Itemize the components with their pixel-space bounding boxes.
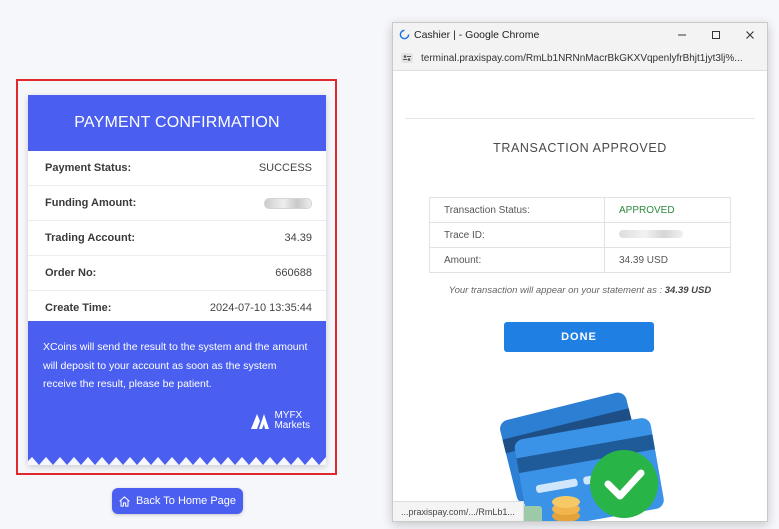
row-label: Create Time:: [45, 302, 112, 314]
done-label: DONE: [561, 331, 597, 343]
order-no-value: 660688: [275, 267, 312, 279]
back-to-home-label: Back To Home Page: [135, 495, 237, 507]
receipt-message: XCoins will send the result to the syste…: [43, 341, 308, 390]
statement-amount: 34.39 USD: [664, 285, 712, 296]
receipt-zigzag-edge: [28, 449, 326, 465]
payment-confirmation-card: PAYMENT CONFIRMATION Payment Status: SUC…: [28, 95, 326, 465]
payment-success-illustration: [496, 392, 664, 521]
row-label: Trading Account:: [45, 232, 136, 244]
brand-line-2: Markets: [274, 420, 310, 431]
payment-status-value: SUCCESS: [258, 162, 312, 174]
transaction-details-table: Transaction Status: APPROVED Trace ID: A…: [429, 197, 731, 273]
window-title: Cashier | - Google Chrome: [414, 28, 540, 41]
trading-account-value: 34.39: [284, 232, 312, 244]
window-titlebar[interactable]: Cashier | - Google Chrome: [393, 23, 767, 46]
url-text[interactable]: terminal.praxispay.com/RmLb1NRNnMacrBkGK…: [421, 53, 757, 64]
check-badge-icon: [590, 450, 658, 518]
transaction-approved-title: TRANSACTION APPROVED: [493, 141, 667, 155]
back-to-home-button[interactable]: Back To Home Page: [112, 488, 243, 514]
amount-value: 34.39 USD: [604, 247, 731, 273]
status-bar-link: ...praxispay.com/.../RmLb1...: [393, 501, 524, 521]
minimize-icon: [678, 34, 686, 35]
myfx-logo-mark-icon: [251, 414, 270, 429]
receipt-footer: XCoins will send the result to the syste…: [28, 321, 326, 451]
done-button[interactable]: DONE: [504, 322, 654, 352]
receipt-details: Payment Status: SUCCESS Funding Amount: …: [28, 151, 326, 321]
home-icon: [119, 495, 130, 507]
table-row: Transaction Status: APPROVED: [429, 197, 731, 223]
statement-note-text: Your transaction will appear on your sta…: [448, 285, 665, 296]
transaction-status-value: APPROVED: [604, 197, 731, 223]
maximize-icon: [712, 30, 720, 39]
table-row: Trace ID:: [429, 222, 731, 248]
funding-amount-row: Funding Amount:: [28, 186, 326, 221]
payment-status-row: Payment Status: SUCCESS: [28, 151, 326, 186]
transaction-status-label: Transaction Status:: [429, 197, 605, 223]
loading-icon: [399, 29, 410, 40]
site-settings-icon[interactable]: [399, 51, 415, 65]
status-url: ...praxispay.com/.../RmLb1...: [401, 507, 515, 517]
trading-account-row: Trading Account: 34.39: [28, 221, 326, 256]
trace-id-label: Trace ID:: [429, 222, 605, 248]
chrome-cashier-window: Cashier | - Google Chrome terminal.praxi…: [392, 22, 768, 522]
receipt-title: PAYMENT CONFIRMATION: [28, 95, 326, 151]
close-icon: [746, 30, 754, 39]
row-label: Payment Status:: [45, 162, 132, 174]
row-label: Order No:: [45, 267, 97, 279]
address-bar[interactable]: terminal.praxispay.com/RmLb1NRNnMacrBkGK…: [393, 46, 767, 71]
cashier-page: TRANSACTION APPROVED Transaction Status:…: [393, 71, 767, 521]
myfx-markets-logo: MYFX Markets: [250, 411, 310, 431]
divider: [405, 118, 755, 119]
maximize-button[interactable]: [699, 23, 733, 46]
coins-icon: [552, 496, 580, 521]
table-row: Amount: 34.39 USD: [429, 247, 731, 273]
create-time-row: Create Time: 2024-07-10 13:35:44: [28, 291, 326, 325]
redacted-funding-amount: [264, 197, 312, 209]
row-label: Funding Amount:: [45, 197, 137, 209]
close-button[interactable]: [733, 23, 767, 46]
create-time-value: 2024-07-10 13:35:44: [209, 302, 312, 314]
minimize-button[interactable]: [665, 23, 699, 46]
redacted-trace-id: [619, 229, 683, 238]
order-no-row: Order No: 660688: [28, 256, 326, 291]
statement-note: Your transaction will appear on your sta…: [393, 285, 767, 296]
amount-label: Amount:: [429, 247, 605, 273]
